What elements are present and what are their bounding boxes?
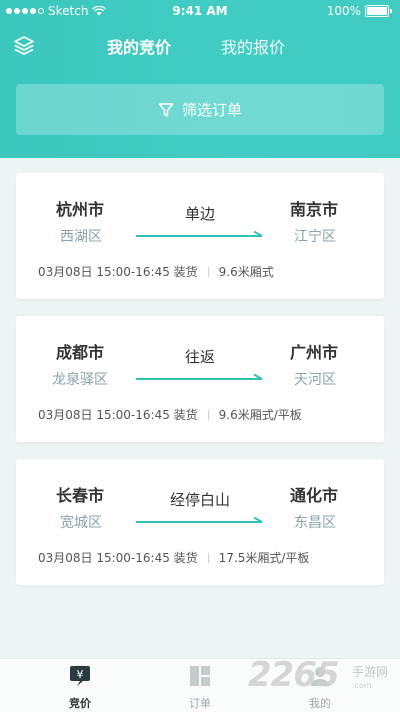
destination-city: 通化市 <box>290 486 339 505</box>
yen-tag-icon: ¥ <box>70 666 90 686</box>
order-card[interactable]: 杭州市 西湖区 单边 南京市 江宁区 03月08日 15:00-16:45 装货… <box>16 173 384 299</box>
watermark-site: 手游网 <box>352 665 389 679</box>
tabbar-label: 订单 <box>189 697 211 710</box>
origin-district: 龙泉驿区 <box>52 372 108 388</box>
order-info: 03月08日 15:00-16:45 装货 9.6米厢式/平板 <box>38 406 302 423</box>
filter-icon <box>158 102 174 117</box>
divider <box>207 552 209 563</box>
origin-city: 杭州市 <box>56 200 105 219</box>
watermark-logo: 2265 手游网 .com <box>248 655 398 705</box>
load-schedule: 03月08日 15:00-16:45 装货 <box>38 265 198 279</box>
top-tabs: 我的竞价 我的报价 <box>0 34 400 60</box>
watermark-url: .com <box>352 681 372 690</box>
vehicle-type: 17.5米厢式/平板 <box>218 551 310 565</box>
load-schedule: 03月08日 15:00-16:45 装货 <box>38 408 198 422</box>
origin-city: 长春市 <box>56 486 105 505</box>
destination-district: 东昌区 <box>294 515 336 531</box>
battery-percent: 100% <box>326 4 361 18</box>
vehicle-type: 9.6米厢式 <box>218 265 274 279</box>
divider <box>207 266 209 277</box>
order-info: 03月08日 15:00-16:45 装货 17.5米厢式/平板 <box>38 549 309 566</box>
route-arrow-icon <box>136 517 263 523</box>
destination-district: 江宁区 <box>294 229 336 245</box>
route-type: 经停白山 <box>169 491 230 509</box>
watermark-number: 2265 <box>248 655 340 695</box>
filter-label: 筛选订单 <box>181 101 242 119</box>
origin-district: 宽城区 <box>60 515 102 531</box>
load-schedule: 03月08日 15:00-16:45 装货 <box>38 551 198 565</box>
order-card[interactable]: 长春市 宽城区 经停白山 通化市 东昌区 03月08日 15:00-16:45 … <box>16 459 384 585</box>
tab-my-bids[interactable]: 我的竞价 <box>107 34 171 58</box>
order-card[interactable]: 成都市 龙泉驿区 往返 广州市 天河区 03月08日 15:00-16:45 装… <box>16 316 384 442</box>
tabbar-item-orders[interactable]: 订单 <box>170 665 230 711</box>
tab-my-quotes[interactable]: 我的报价 <box>221 34 285 58</box>
filter-orders-button[interactable]: 筛选订单 <box>16 84 384 135</box>
svg-text:¥: ¥ <box>77 668 84 681</box>
destination-city: 广州市 <box>290 343 339 362</box>
tabbar-item-bids[interactable]: ¥ 竞价 <box>50 665 110 711</box>
route-type: 单边 <box>184 205 215 223</box>
divider <box>207 409 209 420</box>
route-type: 往返 <box>184 348 215 366</box>
destination-city: 南京市 <box>290 200 339 219</box>
battery-status: 100% <box>327 4 392 18</box>
vehicle-type: 9.6米厢式/平板 <box>218 408 302 422</box>
tabbar-label: 竞价 <box>69 697 91 710</box>
origin-city: 成都市 <box>56 343 105 362</box>
origin-district: 西湖区 <box>60 229 102 245</box>
orders-grid-icon <box>190 666 210 686</box>
status-bar: Sketch 9:41 AM 100% <box>0 0 400 22</box>
route-arrow-icon <box>136 231 263 237</box>
battery-icon <box>365 5 389 17</box>
destination-district: 天河区 <box>294 372 336 388</box>
order-info: 03月08日 15:00-16:45 装货 9.6米厢式 <box>38 263 274 280</box>
route-arrow-icon <box>136 374 263 380</box>
